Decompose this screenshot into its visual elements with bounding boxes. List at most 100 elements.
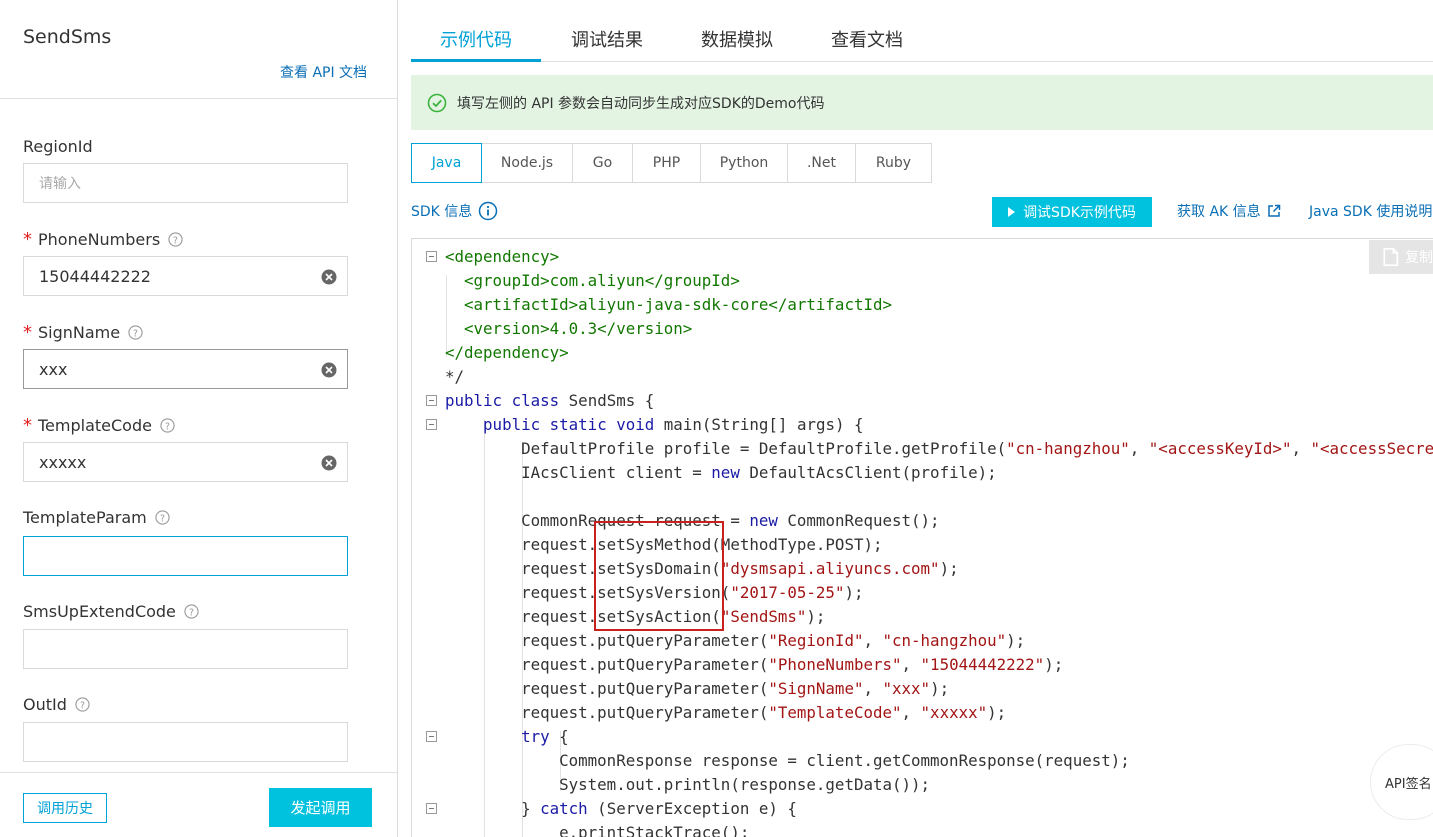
api-signature-label: API签名	[1385, 776, 1432, 792]
code-text: public class SendSms {	[445, 391, 655, 410]
language-tabs: Java Node.js Go PHP Python .Net Ruby	[411, 143, 932, 183]
invoke-button[interactable]: 发起调用	[269, 788, 372, 827]
code-line: public class SendSms {	[412, 389, 1433, 413]
code-text: <dependency>	[445, 247, 560, 266]
field-label-text: TemplateCode	[38, 416, 152, 435]
java-sdk-usage-link[interactable]: Java SDK 使用说明	[1309, 201, 1432, 221]
code-line: try {	[412, 725, 1433, 749]
api-title: SendSms	[23, 26, 112, 48]
fold-toggle-icon[interactable]	[426, 731, 437, 742]
code-text: CommonResponse response = client.getComm…	[445, 751, 1130, 770]
svg-text:?: ?	[189, 607, 194, 618]
code-line: request.putQueryParameter("SignName", "x…	[412, 677, 1433, 701]
fold-toggle-icon[interactable]	[426, 803, 437, 814]
code-line: } catch (ServerException e) {	[412, 797, 1433, 821]
help-icon[interactable]: ?	[155, 510, 170, 525]
tab-debug-result[interactable]: 调试结果	[571, 26, 643, 52]
debug-sdk-sample-button[interactable]: 调试SDK示例代码	[992, 197, 1152, 227]
help-icon[interactable]: ?	[168, 232, 183, 247]
code-line: request.setSysVersion("2017-05-25");	[412, 581, 1433, 605]
code-text: } catch (ServerException e) {	[445, 799, 797, 818]
code-line: IAcsClient client = new DefaultAcsClient…	[412, 461, 1433, 485]
field-label-text: PhoneNumbers	[38, 230, 161, 249]
required-mark: *	[23, 415, 32, 436]
tab-data-mock[interactable]: 数据模拟	[701, 26, 773, 52]
field-label-smsupextendcode: SmsUpExtendCode ?	[23, 602, 199, 621]
clear-icon[interactable]	[321, 362, 337, 378]
get-ak-link[interactable]: 获取 AK 信息	[1177, 201, 1281, 221]
lang-tab-java[interactable]: Java	[411, 143, 482, 183]
help-icon[interactable]: ?	[184, 604, 199, 619]
code-text: <groupId>com.aliyun</groupId>	[445, 271, 740, 290]
fold-toggle-icon[interactable]	[426, 251, 437, 262]
signname-input[interactable]: xxx	[23, 349, 348, 389]
code-text: public static void main(String[] args) {	[483, 415, 864, 434]
divider	[0, 98, 397, 99]
info-icon	[479, 201, 498, 221]
code-text: request.putQueryParameter("PhoneNumbers"…	[445, 655, 1064, 674]
clear-icon[interactable]	[321, 269, 337, 285]
sync-notice: 填写左侧的 API 参数会自动同步生成对应SDK的Demo代码	[411, 75, 1433, 130]
code-line: public static void main(String[] args) {	[412, 413, 1433, 437]
code-line: request.putQueryParameter("RegionId", "c…	[412, 629, 1433, 653]
signname-value: xxx	[39, 359, 68, 379]
help-icon[interactable]: ?	[128, 325, 143, 340]
field-label-signname: * SignName ?	[23, 322, 143, 343]
code-text: </dependency>	[445, 343, 569, 362]
templatecode-value: xxxxx	[39, 452, 87, 472]
lang-tab-go[interactable]: Go	[573, 144, 633, 182]
view-api-doc-link[interactable]: 查看 API 文档	[280, 62, 367, 82]
lang-tab-nodejs[interactable]: Node.js	[482, 144, 573, 182]
field-label-phonenumbers: * PhoneNumbers ?	[23, 229, 183, 250]
code-text: IAcsClient client = new DefaultAcsClient…	[445, 463, 997, 482]
lang-tab-ruby[interactable]: Ruby	[856, 144, 931, 182]
copy-icon	[1383, 248, 1399, 266]
regionid-placeholder: 请输入	[39, 176, 81, 192]
code-text: request.putQueryParameter("TemplateCode"…	[445, 703, 1007, 722]
field-label-templatecode: * TemplateCode ?	[23, 415, 175, 436]
code-text: request.setSysVersion("2017-05-25");	[445, 583, 864, 602]
ak-link-text: 获取 AK 信息	[1177, 204, 1261, 220]
copy-code-button[interactable]: 复制	[1369, 240, 1433, 274]
lang-tab-php[interactable]: PHP	[633, 144, 701, 182]
svg-text:?: ?	[80, 700, 85, 711]
tab-view-docs[interactable]: 查看文档	[831, 26, 903, 52]
smsupextendcode-input[interactable]	[23, 629, 348, 669]
code-line: <groupId>com.aliyun</groupId>	[412, 269, 1433, 293]
templatecode-input[interactable]: xxxxx	[23, 442, 348, 482]
svg-text:?: ?	[133, 328, 138, 339]
sdk-info-link[interactable]: SDK 信息	[411, 201, 498, 221]
call-history-button[interactable]: 调用历史	[23, 793, 107, 823]
code-line: request.putQueryParameter("TemplateCode"…	[412, 701, 1433, 725]
fold-toggle-icon[interactable]	[426, 395, 437, 406]
check-circle-icon	[427, 93, 447, 112]
code-text: request.setSysDomain("dysmsapi.aliyuncs.…	[445, 559, 959, 578]
tabs-divider	[411, 61, 1433, 62]
fold-toggle-icon[interactable]	[426, 419, 437, 430]
divider	[0, 772, 397, 773]
outid-input[interactable]	[23, 722, 348, 762]
templateparam-input[interactable]	[23, 536, 348, 576]
regionid-input[interactable]: 请输入	[23, 163, 348, 203]
code-text: request.setSysMethod(MethodType.POST);	[445, 535, 883, 554]
code-line: request.setSysMethod(MethodType.POST);	[412, 533, 1433, 557]
lang-tab-python[interactable]: Python	[701, 144, 788, 182]
api-params-panel: SendSms 查看 API 文档 RegionId 请输入 * PhoneNu…	[0, 0, 398, 837]
code-line: System.out.println(response.getData());	[412, 773, 1433, 797]
code-line: request.putQueryParameter("PhoneNumbers"…	[412, 653, 1433, 677]
field-label-outid: OutId ?	[23, 695, 90, 714]
clear-icon[interactable]	[321, 455, 337, 471]
field-label-text: SmsUpExtendCode	[23, 602, 176, 621]
help-icon[interactable]: ?	[160, 418, 175, 433]
lang-tab-dotnet[interactable]: .Net	[788, 144, 856, 182]
help-icon[interactable]: ?	[75, 697, 90, 712]
code-text: CommonRequest request = new CommonReques…	[445, 511, 940, 530]
code-editor[interactable]: <dependency> <groupId>com.aliyun</groupI…	[411, 238, 1433, 837]
required-mark: *	[23, 322, 32, 343]
svg-text:?: ?	[173, 235, 178, 246]
tab-sample-code[interactable]: 示例代码	[440, 26, 512, 52]
phonenumbers-input[interactable]: 15044442222	[23, 256, 348, 296]
field-label-regionid: RegionId	[23, 137, 93, 156]
copy-button-label: 复制	[1405, 250, 1433, 266]
